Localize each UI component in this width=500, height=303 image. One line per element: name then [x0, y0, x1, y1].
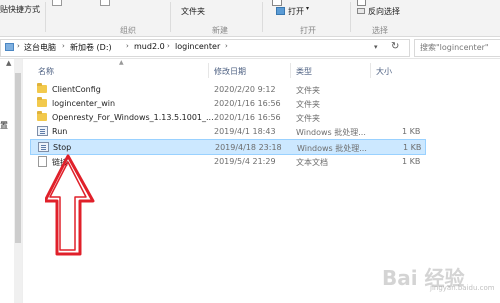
navigation-pane: ▲ 置 [0, 59, 23, 303]
column-divider[interactable] [208, 63, 209, 78]
breadcrumb-this-pc[interactable]: 这台电脑 [24, 42, 56, 53]
select-group-label: 选择 [372, 26, 388, 35]
file-row[interactable]: logincenter_win 2020/1/16 16:56 文件夹 [30, 97, 426, 111]
file-row[interactable]: Run 2019/4/1 18:43 Windows 批处理... 1 KB [30, 125, 426, 139]
file-type: 文件夹 [296, 100, 320, 109]
file-date: 2019/4/1 18:43 [214, 127, 276, 136]
move-to-icon[interactable] [52, 0, 62, 6]
folder-icon [37, 111, 47, 121]
ribbon-divider [350, 2, 351, 32]
file-type: 文本文档 [296, 158, 328, 167]
file-size: 1 KB [402, 157, 421, 166]
open-group-label: 打开 [300, 26, 316, 35]
file-name[interactable]: Stop [53, 143, 71, 152]
chevron-right-icon[interactable]: › [62, 42, 65, 50]
nav-scrollbar-thumb[interactable] [15, 73, 21, 243]
column-header-type[interactable]: 类型 [296, 66, 312, 77]
new-folder-button[interactable]: 文件夹 [181, 6, 205, 17]
chevron-right-icon[interactable]: › [126, 42, 129, 50]
file-row[interactable]: ClientConfig 2020/2/20 9:12 文件夹 [30, 83, 426, 97]
select-none-icon[interactable] [357, 0, 366, 6]
file-date: 2020/1/16 16:56 [214, 99, 281, 108]
ribbon-divider [170, 2, 171, 32]
breadcrumb-drive[interactable]: 新加卷 (D:) [70, 42, 112, 53]
address-bar[interactable]: › 这台电脑 › 新加卷 (D:) › mud2.0 › logincenter… [0, 39, 410, 57]
chevron-right-icon[interactable]: › [17, 42, 20, 50]
invert-selection-button[interactable]: 反向选择 [368, 6, 400, 17]
breadcrumb-logincenter[interactable]: logincenter [175, 42, 220, 51]
file-type: Windows 批处理... [297, 144, 367, 153]
breadcrumb-mud2[interactable]: mud2.0 [134, 42, 165, 51]
file-size: 1 KB [402, 127, 421, 136]
column-header-size[interactable]: 大小 [376, 66, 392, 77]
chevron-right-icon[interactable]: › [225, 42, 228, 50]
file-name[interactable]: ClientConfig [52, 85, 101, 94]
organize-group-label: 组织 [120, 26, 136, 35]
chevron-right-icon[interactable]: › [167, 42, 170, 50]
file-date: 2019/5/4 21:29 [214, 157, 276, 166]
file-date: 2020/1/16 16:56 [214, 113, 281, 122]
ribbon-divider [262, 2, 263, 32]
address-history-dropdown-icon[interactable]: ▾ [374, 43, 378, 51]
search-box[interactable]: 搜索"logincenter" [414, 39, 500, 57]
column-header-date[interactable]: 修改日期 [214, 66, 246, 77]
file-row[interactable]: Openresty_For_Windows_1.13.5.1001_... 20… [30, 111, 426, 125]
column-header-name[interactable]: 名称 [38, 66, 54, 77]
file-type: 文件夹 [296, 114, 320, 123]
copy-to-icon[interactable] [100, 0, 110, 6]
nav-item-label[interactable]: 置 [0, 120, 8, 131]
this-pc-icon [5, 43, 14, 51]
file-type: 文件夹 [296, 86, 320, 95]
watermark-url: jingyan.baidu.com [430, 284, 495, 292]
red-arrow-annotation-icon [45, 154, 95, 256]
sort-ascending-icon: ▲ [119, 59, 124, 66]
file-name[interactable]: Run [52, 127, 67, 136]
column-divider[interactable] [370, 63, 371, 78]
new-group-label: 新建 [212, 26, 228, 35]
properties-icon[interactable] [272, 0, 282, 6]
ribbon: 贴快捷方式 组织 文件夹 新建 打开 ▾ 打开 反向选择 选择 [0, 0, 500, 37]
open-button[interactable]: 打开 [288, 6, 304, 17]
refresh-icon[interactable]: ↻ [391, 41, 399, 52]
scroll-up-icon[interactable]: ▲ [6, 59, 11, 67]
folder-icon [37, 97, 47, 107]
file-name[interactable]: logincenter_win [52, 99, 115, 108]
file-name[interactable]: Openresty_For_Windows_1.13.5.1001_... [52, 113, 214, 122]
address-bar-row: › 这台电脑 › 新加卷 (D:) › mud2.0 › logincenter… [0, 37, 500, 59]
chevron-down-icon[interactable]: ▾ [306, 5, 309, 12]
batch-file-icon [37, 126, 48, 136]
invert-selection-icon [357, 8, 365, 14]
open-icon [276, 7, 285, 15]
file-size: 1 KB [403, 143, 422, 152]
folder-icon [37, 83, 47, 93]
ribbon-divider [45, 2, 46, 32]
search-input[interactable]: 搜索"logincenter" [420, 42, 489, 53]
file-date: 2019/4/18 23:18 [215, 143, 282, 152]
column-divider[interactable] [290, 63, 291, 78]
paste-shortcut-button[interactable]: 贴快捷方式 [0, 4, 40, 15]
file-date: 2020/2/20 9:12 [214, 85, 276, 94]
batch-file-icon [38, 142, 49, 152]
file-type: Windows 批处理... [296, 128, 366, 137]
